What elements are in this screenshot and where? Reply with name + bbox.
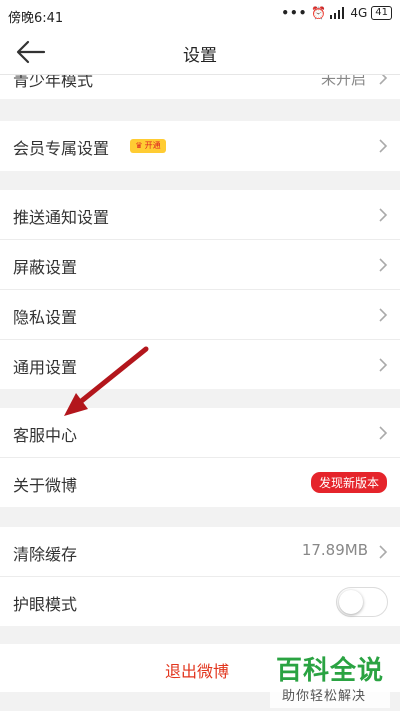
chevron-right-icon [379, 545, 388, 559]
cache-size: 17.89MB [301, 541, 368, 559]
settings-row-eye-care: 护眼模式 [0, 577, 400, 626]
settings-row-privacy[interactable]: 隐私设置 [0, 290, 400, 339]
watermark-logo: 百科全说 助你轻松解决 [270, 650, 390, 708]
page-title: 设置 [183, 46, 217, 66]
vip-badge: ♛ 开通 [130, 139, 166, 153]
battery-icon: 41 [371, 6, 392, 20]
chevron-right-icon [379, 75, 388, 85]
settings-row-about[interactable]: 关于微博 发现新版本 [0, 458, 400, 507]
chevron-right-icon [379, 426, 388, 440]
app-header: 设置 [0, 30, 400, 75]
status-time: 傍晚6:41 [8, 11, 64, 26]
row-label: 屏蔽设置 [13, 258, 78, 277]
watermark-subtitle: 助你轻松解决 [282, 689, 367, 704]
crown-icon: ♛ [135, 141, 143, 150]
chevron-right-icon [379, 208, 388, 222]
annotation-arrow-icon [64, 346, 149, 416]
row-label: 会员专属设置 [13, 139, 110, 158]
row-label: 客服中心 [13, 426, 78, 445]
more-notifications-icon: ••• [281, 6, 308, 20]
row-label: 清除缓存 [13, 545, 78, 564]
row-value: 未开启 [320, 75, 366, 88]
logout-label: 退出微博 [165, 662, 230, 681]
network-type: 4G [350, 6, 368, 20]
settings-row-teen-mode[interactable]: 青少年模式 未开启 [0, 75, 400, 99]
chevron-right-icon [379, 139, 388, 153]
row-label: 青少年模式 [13, 75, 94, 90]
chevron-right-icon [379, 258, 388, 272]
signal-icon [330, 7, 345, 19]
new-version-badge: 发现新版本 [310, 472, 387, 493]
alarm-icon: ⏰ [311, 6, 327, 20]
status-icons: ••• ⏰ 4G 41 [281, 6, 392, 20]
row-label: 护眼模式 [13, 595, 78, 614]
settings-row-cache[interactable]: 清除缓存 17.89MB [0, 527, 400, 576]
eye-care-toggle[interactable] [336, 587, 388, 617]
row-label: 隐私设置 [13, 308, 78, 327]
chevron-right-icon [379, 308, 388, 322]
row-label: 关于微博 [13, 476, 78, 495]
watermark-title: 百科全说 [276, 656, 385, 686]
status-bar: 傍晚6:41 ••• ⏰ 4G 41 [0, 0, 400, 30]
settings-row-block[interactable]: 屏蔽设置 [0, 240, 400, 289]
toggle-knob [339, 590, 363, 614]
row-label: 推送通知设置 [13, 208, 110, 227]
vip-badge-text: 开通 [144, 141, 161, 150]
chevron-right-icon [379, 358, 388, 372]
settings-row-vip[interactable]: 会员专属设置 ♛ 开通 [0, 121, 400, 171]
settings-row-push[interactable]: 推送通知设置 [0, 190, 400, 239]
